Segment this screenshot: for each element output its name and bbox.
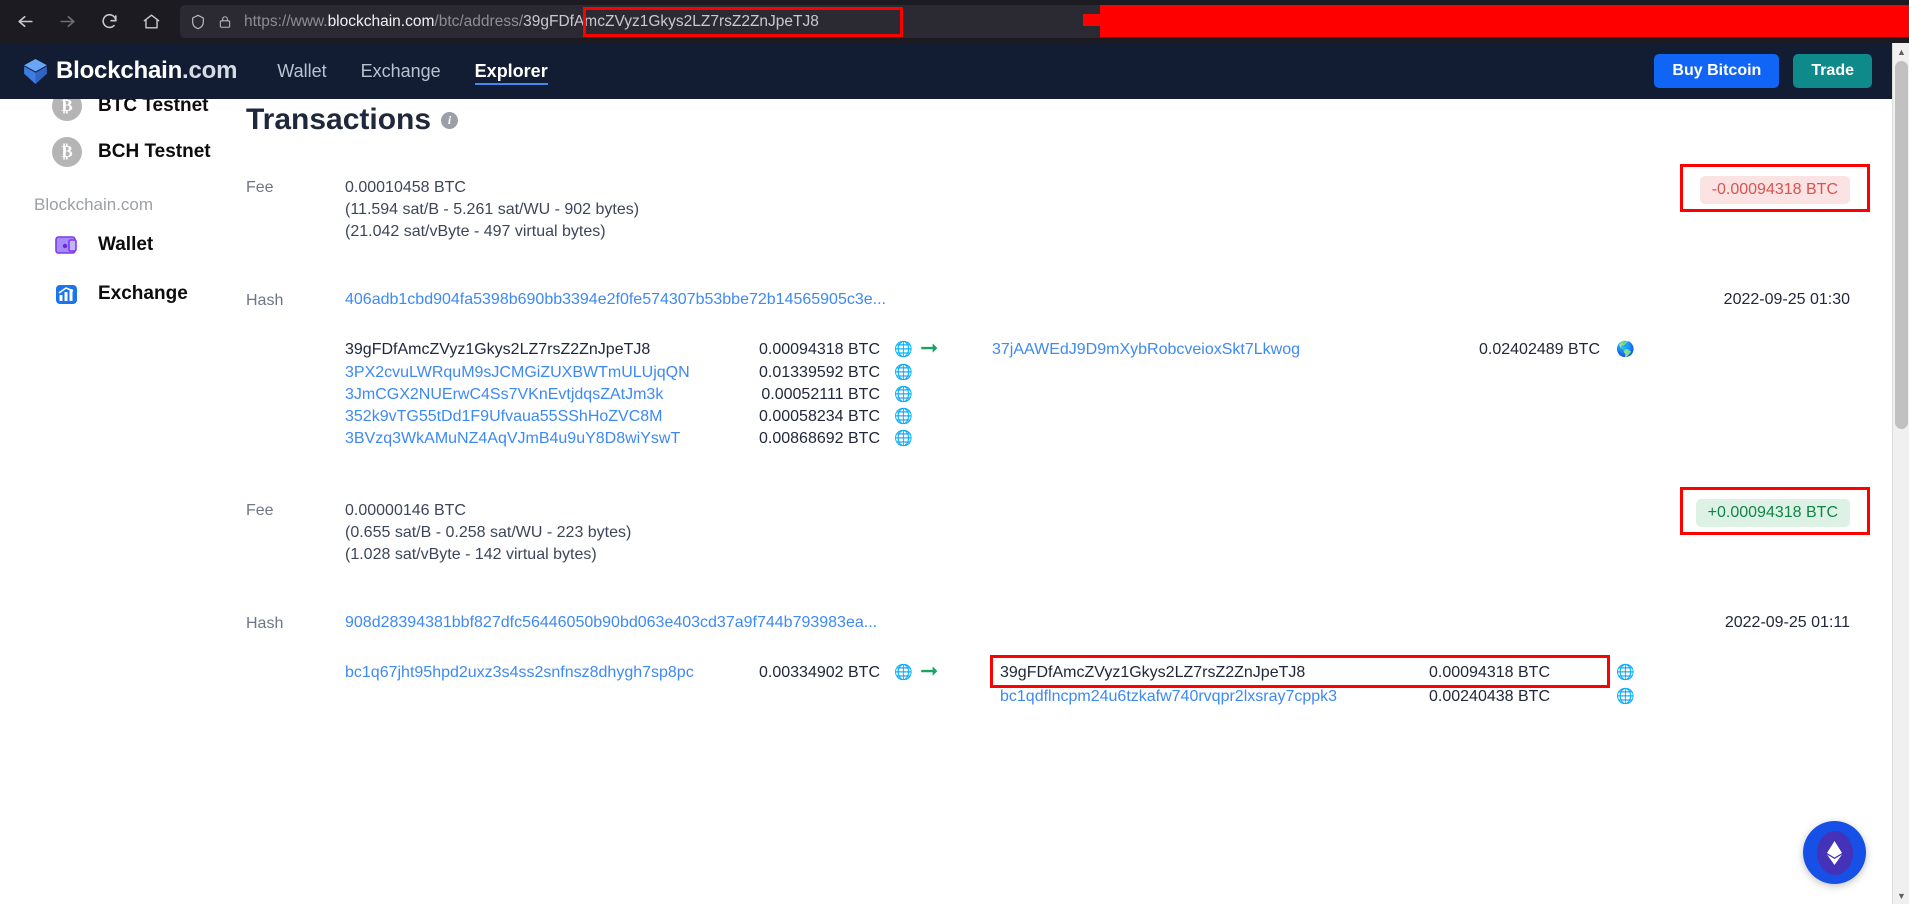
floating-action-button[interactable] [1803,821,1866,884]
url-address: 39gFDfAmcZVyz1Gkys2LZ7rsZ2ZnJpeTJ8 [523,12,819,30]
hash-label: Hash [246,615,284,632]
url-domain: blockchain.com [327,12,435,30]
globe-icon[interactable]: 🌐 [894,665,913,680]
page-title: Transactions i [246,103,459,137]
main-nav: Wallet Exchange Explorer [277,43,548,99]
nav-link-explorer[interactable]: Explorer [474,43,548,99]
fee-label: Fee [246,502,274,519]
output-address: 39gFDfAmcZVyz1Gkys2LZ7rsZ2ZnJpeTJ8 [1000,664,1306,681]
input-address[interactable]: 3JmCGX2NUErwC4Ss7VKnEvtjdqsZAtJm3k [345,386,663,404]
output-address[interactable]: 37jAAWEdJ9D9mXybRobcveioxSkt7Lkwog [992,341,1300,359]
sidebar-item-label: BTC Testnet [98,99,209,116]
output-amount: 0.00094318 BTC [1429,664,1550,681]
output-amount: 0.02402489 BTC [1479,341,1600,358]
hash-label: Hash [246,292,284,309]
input-amount: 0.00052111 BTC [761,386,880,403]
input-amount: 0.00094318 BTC [759,341,880,358]
transaction-timestamp: 2022-09-25 01:11 [1724,614,1850,631]
sidebar-link-label: Exchange [98,283,188,304]
brand-logo-link[interactable]: Blockchain.com [24,57,237,85]
shield-icon[interactable] [190,14,206,30]
scroll-down-arrow-icon[interactable]: ▼ [1893,887,1909,904]
globe-icon[interactable]: 🌐 [894,431,913,446]
input-address[interactable]: 3BVzq3WkAMuNZ4AqVJmB4u9uY8D8wiYswT [345,430,680,448]
direction-arrow-icon: ➞ [920,658,939,683]
scrollbar-thumb[interactable] [1895,61,1908,429]
input-address: 39gFDfAmcZVyz1Gkys2LZ7rsZ2ZnJpeTJ8 [345,341,651,358]
input-amount: 0.00334902 BTC [759,664,880,681]
sidebar-link-wallet[interactable]: Wallet [52,230,153,260]
sidebar-item-label: BCH Testnet [98,141,211,162]
fee-value: 0.00010458 BTC (11.594 sat/B - 5.261 sat… [345,179,640,240]
globe-icon[interactable]: 🌐 [1616,665,1635,680]
header-actions: Buy Bitcoin Trade [1654,54,1872,88]
bitcoin-cash-coin-icon: ₿ [52,137,82,167]
info-icon[interactable]: i [441,111,459,129]
input-address[interactable]: bc1q67jht95hpd2uxz3s4ss2snfnsz8dhygh7sp8… [345,664,694,682]
fee-value: 0.00000146 BTC (0.655 sat/B - 0.258 sat/… [345,502,632,563]
scroll-up-arrow-icon[interactable]: ▲ [1893,43,1909,60]
transaction-hash-link[interactable]: 908d28394381bbf827dfc56446050b90bd063e40… [345,614,877,632]
exchange-chart-icon [52,279,82,309]
sidebar-group-label: Blockchain.com [34,195,154,214]
url-prefix: https://www. [244,12,328,30]
nav-link-exchange[interactable]: Exchange [361,43,441,99]
back-arrow-icon [17,15,33,28]
page-body: ₿ BTC Testnet ₿ BCH Testnet Blockchain.c… [0,99,1892,904]
url-path: /btc/address/ [434,12,524,30]
red-annotation-bar [1100,5,1909,37]
input-address[interactable]: 3PX2cvuLWRquM9sJCMGiZUXBWTmULUjqQN [345,364,690,382]
output-address[interactable]: bc1qdflncpm24u6tzkafw740rvqpr2lxsray7cpp… [1000,688,1337,706]
page-title-text: Transactions [246,103,432,136]
globe-icon[interactable]: 🌐 [1616,689,1635,704]
globe-icon[interactable]: 🌐 [894,342,913,357]
reload-icon [101,13,117,29]
sidebar-item-btc-testnet[interactable]: ₿ BTC Testnet [52,99,208,121]
fee-label: Fee [246,179,274,196]
forward-button[interactable] [50,5,84,39]
sidebar-item-bch-testnet[interactable]: ₿ BCH Testnet [52,137,211,167]
trade-button[interactable]: Trade [1793,54,1872,88]
site-header: Blockchain.com Wallet Exchange Explorer … [0,43,1892,99]
balance-delta-badge: -0.00094318 BTC [1699,176,1850,204]
main-content: Transactions i Fee 0.00010458 BTC (11.59… [246,99,1892,904]
sidebar-link-label: Wallet [98,234,154,255]
globe-icon[interactable]: 🌐 [894,387,913,402]
transaction-timestamp: 2022-09-25 01:30 [1723,291,1850,308]
input-amount: 0.01339592 BTC [759,364,880,381]
input-amount: 0.00868692 BTC [759,430,880,447]
direction-arrow-icon: ➞ [920,335,939,360]
ethereum-icon [1816,830,1853,875]
back-button[interactable] [8,5,42,39]
page-scrollbar[interactable]: ▲ ▼ [1892,43,1909,904]
globe-icon[interactable]: 🌐 [894,409,913,424]
red-annotation-arrow-tail [1083,14,1107,26]
globe-icon[interactable]: 🌎 [1616,342,1635,357]
brand-name: Blockchain.com [56,57,238,84]
blockchain-logo-icon [24,58,47,84]
home-icon [143,14,159,29]
input-amount: 0.00058234 BTC [759,408,880,425]
wallet-icon [52,230,82,260]
forward-arrow-icon [59,15,75,28]
nav-link-wallet[interactable]: Wallet [277,43,326,99]
input-address[interactable]: 352k9vTG55tDd1F9Ufvaua55SShHoZVC8M [345,408,663,426]
bitcoin-coin-icon: ₿ [52,99,82,121]
output-amount: 0.00240438 BTC [1429,688,1550,705]
url-text: https://www. blockchain.com/btc/address/3… [244,13,819,31]
sidebar-link-exchange[interactable]: Exchange [52,279,188,309]
buy-bitcoin-button[interactable]: Buy Bitcoin [1654,54,1780,88]
home-button[interactable] [134,5,168,39]
transaction-hash-link[interactable]: 406adb1cbd904fa5398b690bb3394e2f0fe57430… [345,291,886,309]
reload-button[interactable] [92,5,126,39]
balance-delta-badge: +0.00094318 BTC [1695,499,1850,527]
lock-icon[interactable] [218,14,232,30]
globe-icon[interactable]: 🌐 [894,365,913,380]
